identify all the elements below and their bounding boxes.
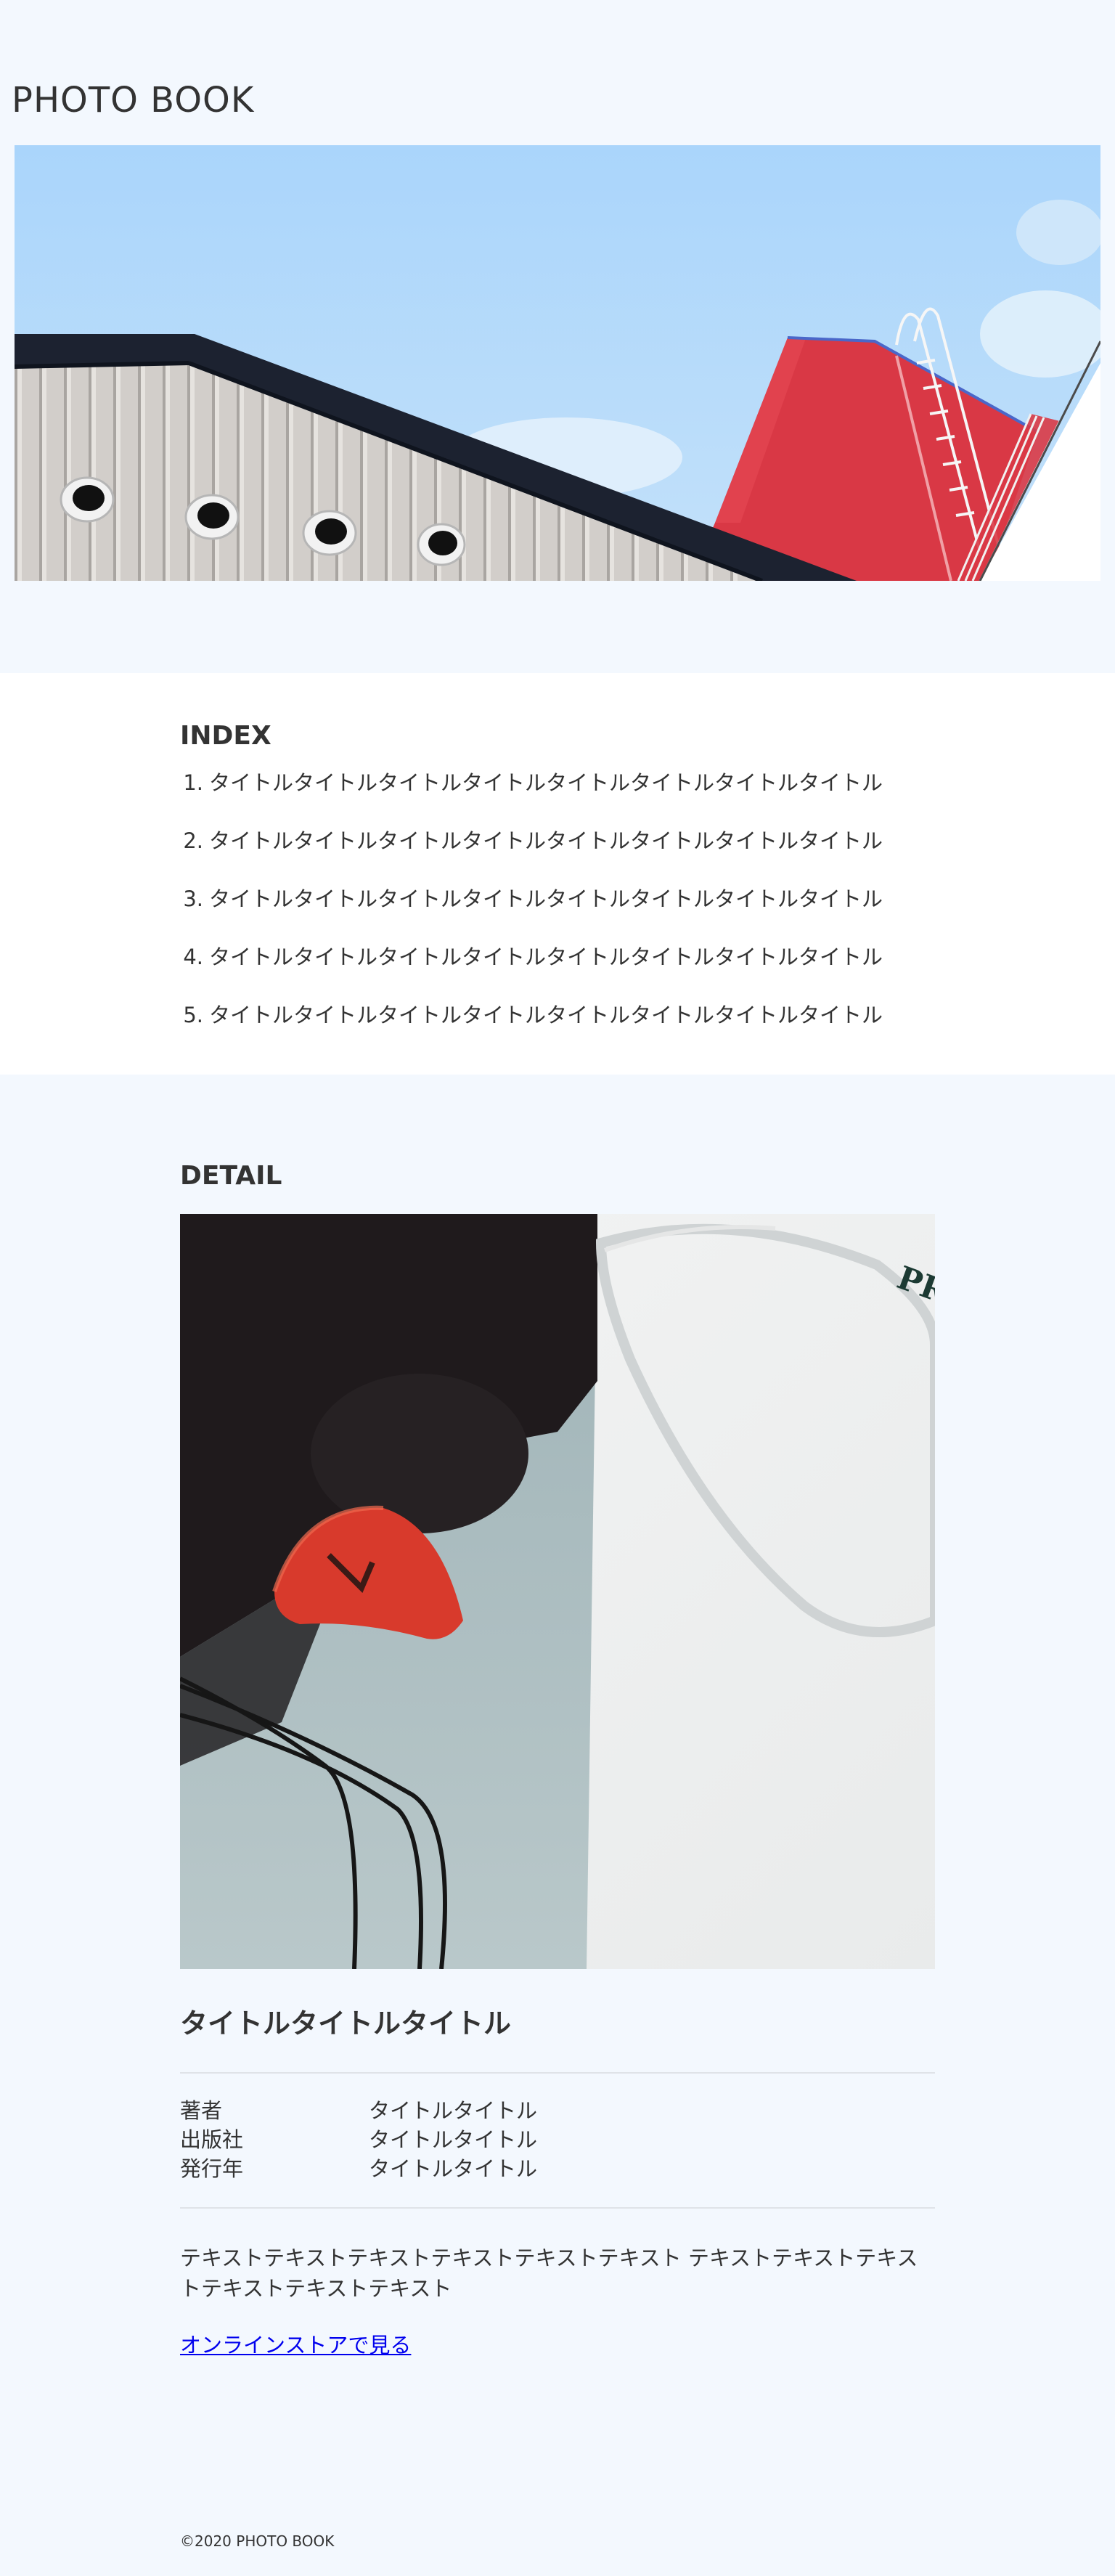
- index-item-label: タイトルタイトルタイトルタイトルタイトルタイトルタイトルタイトル: [209, 1003, 883, 1027]
- meta-key: 発行年: [180, 2156, 244, 2181]
- index-item-number: 5.: [183, 1003, 203, 1027]
- book-title: タイトルタイトルタイトル: [180, 2008, 512, 2039]
- index-item: 1. タイトルタイトルタイトルタイトルタイトルタイトルタイトルタイトル: [180, 770, 979, 828]
- meta-key: 出版社: [180, 2127, 244, 2152]
- meta-row-author: 著者 タイトルタイトル: [180, 2096, 935, 2125]
- index-item: 4. タイトルタイトルタイトルタイトルタイトルタイトルタイトルタイトル: [180, 944, 979, 1002]
- index-heading: INDEX: [180, 721, 271, 751]
- meta-value: タイトルタイトル: [369, 2098, 538, 2123]
- book-meta: 著者 タイトルタイトル 出版社 タイトルタイトル 発行年 タイトルタイトル: [180, 2096, 935, 2183]
- index-list: 1. タイトルタイトルタイトルタイトルタイトルタイトルタイトルタイトル 2. タイト…: [180, 770, 979, 1060]
- online-store-link[interactable]: オンラインストアで見る: [180, 2331, 411, 2360]
- index-item-label: タイトルタイトルタイトルタイトルタイトルタイトルタイトルタイトル: [209, 886, 883, 911]
- index-item-number: 4.: [183, 945, 203, 969]
- index-item-label: タイトルタイトルタイトルタイトルタイトルタイトルタイトルタイトル: [209, 945, 883, 969]
- meta-key: 著者: [180, 2098, 223, 2123]
- meta-row-publisher: 出版社 タイトルタイトル: [180, 2125, 935, 2154]
- site-title: PHOTO BOOK: [12, 80, 255, 121]
- meta-value: タイトルタイトル: [369, 2156, 538, 2181]
- index-item: 2. タイトルタイトルタイトルタイトルタイトルタイトルタイトルタイトル: [180, 828, 979, 886]
- index-item: 5. タイトルタイトルタイトルタイトルタイトルタイトルタイトルタイトル: [180, 1002, 979, 1060]
- detail-heading: DETAIL: [180, 1161, 282, 1191]
- index-item-label: タイトルタイトルタイトルタイトルタイトルタイトルタイトルタイトル: [209, 828, 883, 853]
- footer-copyright: ©2020 PHOTO BOOK: [180, 2532, 335, 2550]
- detail-photo: PRA: [180, 1214, 935, 1969]
- hero-image: [15, 145, 1100, 581]
- index-item-number: 3.: [183, 886, 203, 911]
- book-description: テキストテキストテキストテキストテキストテキスト テキストテキストテキストテキス…: [180, 2246, 918, 2301]
- index-item-label: タイトルタイトルタイトルタイトルタイトルタイトルタイトルタイトル: [209, 770, 883, 795]
- divider: [180, 2072, 935, 2074]
- divider: [180, 2207, 935, 2209]
- index-item-number: 1.: [183, 770, 203, 795]
- index-item: 3. タイトルタイトルタイトルタイトルタイトルタイトルタイトルタイトル: [180, 886, 979, 944]
- index-item-number: 2.: [183, 828, 203, 853]
- index-section: INDEX 1. タイトルタイトルタイトルタイトルタイトルタイトルタイトルタイトル…: [0, 673, 1115, 1075]
- meta-value: タイトルタイトル: [369, 2127, 538, 2152]
- meta-row-year: 発行年 タイトルタイトル: [180, 2154, 935, 2183]
